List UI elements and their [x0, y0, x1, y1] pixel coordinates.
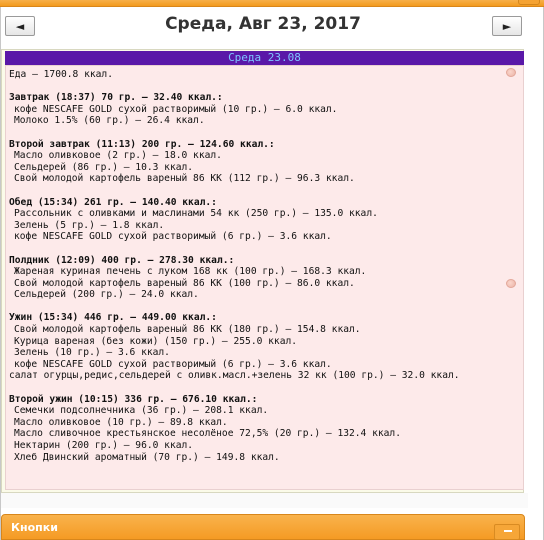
meal-item: Рассольник с оливками и маслинами 54 кк … [14, 208, 378, 220]
meal-item: Масло оливковое (10 гр.) — 89.8 ккал. [14, 416, 228, 428]
day-panel: Среда 23.08 Еда — 1700.8 ккал. Завтрак (… [1, 49, 524, 493]
top-corner-button[interactable] [518, 0, 540, 5]
meal-block: Второй ужин (10:15) 336 гр. — 676.10 кка… [9, 394, 523, 464]
meal-block: Завтрак (18:37) 70 гр. — 32.40 ккал.: коф… [9, 92, 523, 127]
meal-item: салат огурцы,редис,сельдерей с оливк.мас… [9, 370, 460, 382]
collapse-button[interactable] [494, 524, 520, 540]
meal-item: Свой молодой картофель вареный 86 КК (11… [14, 173, 355, 185]
meal-title: Завтрак (18:37) 70 гр. — 32.40 ккал.: [9, 92, 223, 104]
day-body: Еда — 1700.8 ккал. Завтрак (18:37) 70 гр… [5, 65, 524, 490]
peach-dot-icon[interactable] [506, 68, 516, 77]
meal-block: Полдник (12:09) 400 гр. — 278.30 ккал.: Ж… [9, 255, 523, 301]
meal-item: Сельдерей (200 гр.) — 24.0 ккал. [14, 289, 199, 301]
meal-item: кофе NESCAFE GOLD сухой растворимый (10 … [14, 103, 338, 115]
peach-dot-icon[interactable] [506, 279, 516, 288]
prev-day-button[interactable]: ◄ [5, 16, 35, 36]
meal-item: Нектарин (200 гр.) — 96.0 ккал. [14, 440, 194, 451]
meal-list: Завтрак (18:37) 70 гр. — 32.40 ккал.: коф… [9, 92, 523, 463]
meal-title: Обед (15:34) 261 гр. — 140.40 ккал.: [9, 196, 217, 208]
meal-item: Свой молодой картофель вареный 86 КК (18… [14, 324, 361, 336]
meal-block: Обед (15:34) 261 гр. — 140.40 ккал.: Расс… [9, 197, 523, 243]
meal-item: Курица вареная (без кожи) (150 гр.) — 25… [14, 335, 298, 347]
meal-item: Масло оливковое (2 гр.) — 18.0 ккал. [14, 150, 222, 162]
meal-item: Свой молодой картофель вареный 86 КК (10… [14, 277, 355, 289]
meal-block: Второй завтрак (11:13) 200 гр. — 124.60 … [9, 139, 523, 185]
meal-item: Сельдерей (86 гр.) — 10.3 ккал. [14, 161, 194, 173]
minus-icon [504, 530, 512, 532]
meal-item: кофе NESCAFE GOLD сухой растворимый (6 г… [14, 358, 332, 370]
arrow-right-icon: ► [502, 19, 512, 33]
page-title: Среда, Авг 23, 2017 [165, 14, 361, 34]
buttons-panel-title: Кнопки [11, 521, 58, 534]
meal-title: Ужин (15:34) 446 гр. — 449.00 ккал.: [9, 312, 217, 324]
meal-title: Второй ужин (10:15) 336 гр. — 676.10 кка… [9, 393, 258, 405]
meal-title: Второй завтрак (11:13) 200 гр. — 124.60 … [9, 138, 275, 150]
meal-item: Жареная куриная печень с луком 168 кк (1… [14, 266, 367, 278]
meal-block: Ужин (15:34) 446 гр. — 449.00 ккал.: Свой… [9, 312, 523, 382]
meal-item: Зелень (5 гр.) — 1.8 ккал. [14, 219, 165, 231]
meal-item: кофе NESCAFE GOLD сухой растворимый (6 г… [14, 231, 332, 243]
meal-item: Зелень (10 гр.) — 3.6 ккал. [14, 347, 170, 359]
day-header: Среда 23.08 [5, 51, 524, 65]
buttons-panel-header[interactable]: Кнопки [1, 514, 525, 540]
arrow-left-icon: ◄ [15, 19, 25, 33]
meal-item: Масло сливочное крестьянское несолёное 7… [14, 428, 401, 440]
top-orange-bar [0, 0, 544, 7]
meal-item: Хлеб Двинский ароматный (70 гр.) — 149.8… [14, 451, 280, 463]
next-day-button[interactable]: ► [492, 16, 522, 36]
daily-total: Еда — 1700.8 ккал. [9, 69, 113, 80]
meal-item: Молоко 1.5% (60 гр.) — 26.4 ккал. [14, 115, 205, 127]
panel-footer-strip [1, 493, 528, 508]
meal-title: Полдник (12:09) 400 гр. — 278.30 ккал.: [9, 254, 235, 266]
meal-item: Семечки подсолнечника (36 гр.) — 208.1 к… [14, 405, 269, 417]
